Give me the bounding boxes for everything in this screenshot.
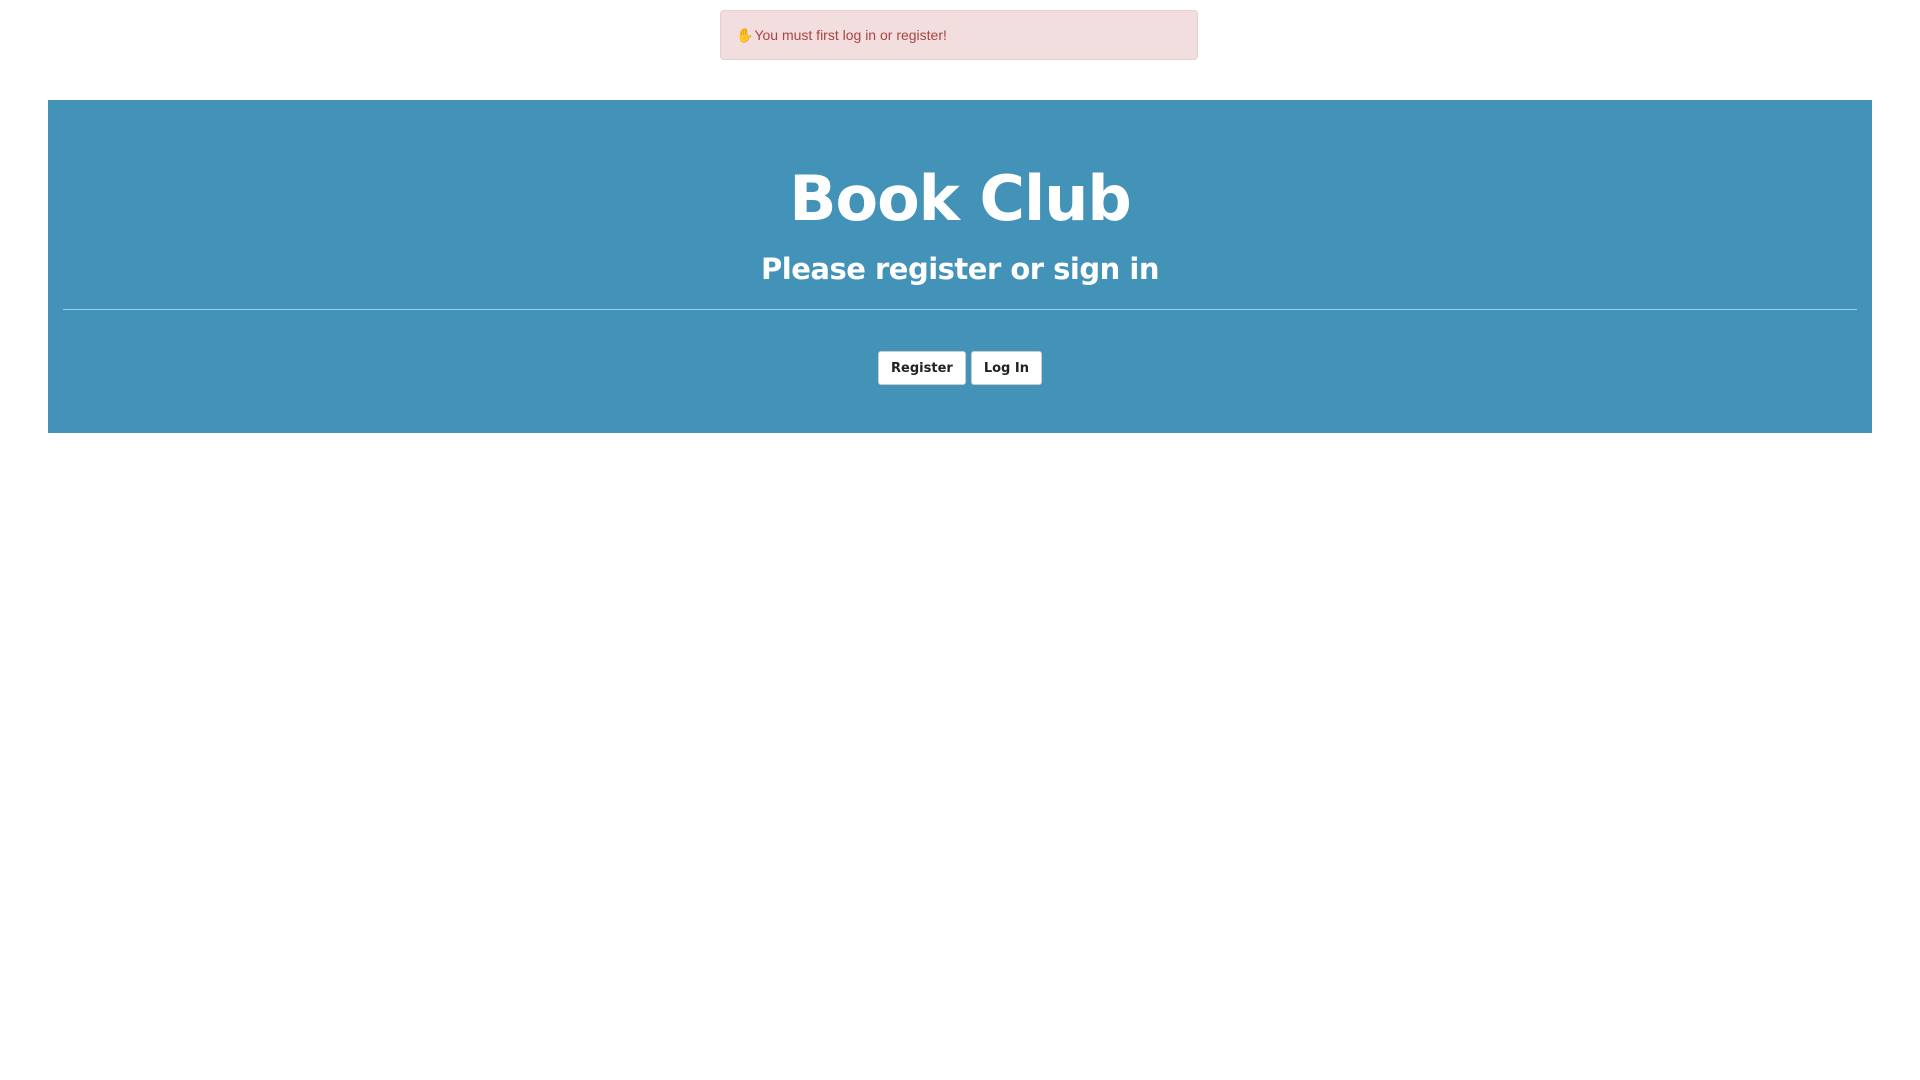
page-subtitle: Please register or sign in [761,252,1159,286]
login-required-alert: ✋ You must first log in or register! [720,10,1198,60]
login-button[interactable]: Log In [970,351,1042,385]
auth-buttons: Register Log In [48,351,1872,385]
hand-stop-icon: ✋ [736,26,754,43]
register-button[interactable]: Register [878,351,966,385]
alert-message: You must first log in or register! [754,27,947,43]
divider [63,309,1857,310]
page-title: Book Club [789,162,1132,235]
header-banner: Book Club Please register or sign in Reg… [48,100,1872,433]
